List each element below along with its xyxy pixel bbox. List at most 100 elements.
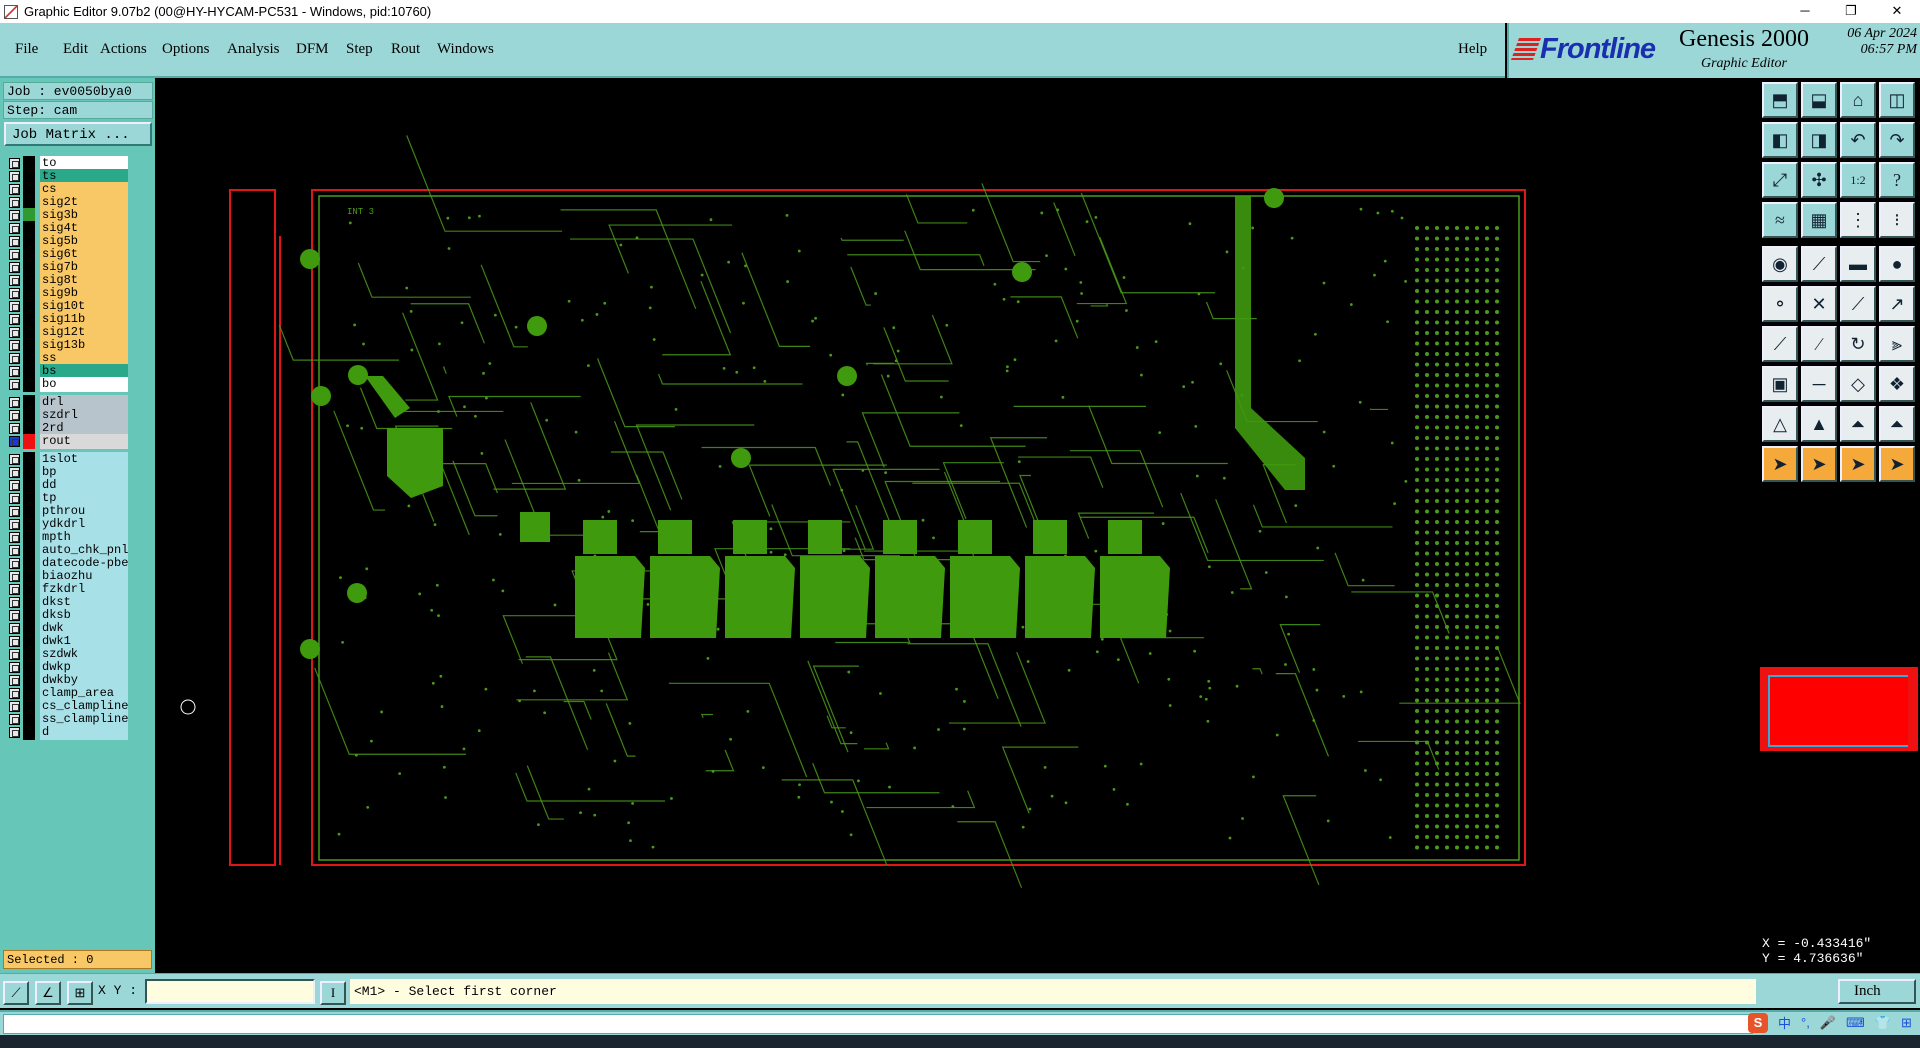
layer-checkbox[interactable] bbox=[9, 366, 20, 377]
open-step-icon[interactable]: ⬒ bbox=[1762, 82, 1798, 118]
layer-checkbox[interactable] bbox=[9, 184, 20, 195]
layer-checkbox[interactable] bbox=[9, 327, 20, 338]
menu-file[interactable]: File bbox=[15, 41, 38, 58]
pointer2-icon[interactable]: ➤ bbox=[1801, 446, 1837, 482]
layer-checkbox[interactable] bbox=[9, 197, 20, 208]
layer-checkbox[interactable] bbox=[9, 171, 20, 182]
home-icon[interactable]: ⌂ bbox=[1840, 82, 1876, 118]
triangle3-icon[interactable]: ⏶ bbox=[1840, 406, 1876, 442]
layer-checkbox[interactable] bbox=[9, 597, 20, 608]
layer-checkbox[interactable] bbox=[9, 675, 20, 686]
menu-options[interactable]: Options bbox=[162, 41, 210, 58]
layer-checkbox[interactable] bbox=[9, 210, 20, 221]
layer-checkbox[interactable] bbox=[9, 262, 20, 273]
grid-icon[interactable]: ▦ bbox=[1801, 202, 1837, 238]
layer-color-swatch[interactable] bbox=[23, 434, 35, 449]
layer-checkbox[interactable] bbox=[9, 249, 20, 260]
layer-color-swatch[interactable] bbox=[23, 377, 35, 392]
pointer-icon[interactable]: ➤ bbox=[1762, 446, 1798, 482]
layer-checkbox[interactable] bbox=[9, 532, 20, 543]
sogou-logo-icon[interactable]: S bbox=[1748, 1012, 1768, 1033]
layer-checkbox[interactable] bbox=[9, 662, 20, 673]
layer-checkbox[interactable] bbox=[9, 493, 20, 504]
layer-name[interactable]: bo bbox=[40, 377, 128, 392]
ime-punct-icon[interactable]: °, bbox=[1801, 1015, 1810, 1030]
grid-mode-icon[interactable]: ⊞ bbox=[67, 981, 93, 1005]
add-line-icon[interactable]: ⟋ bbox=[1762, 326, 1798, 362]
layer-name[interactable]: d bbox=[40, 725, 128, 740]
layer-checkbox[interactable] bbox=[9, 454, 20, 465]
save-icon[interactable]: ⬓ bbox=[1801, 82, 1837, 118]
ime-mic-icon[interactable]: 🎤 bbox=[1820, 1015, 1836, 1031]
polygon-icon[interactable]: ◇ bbox=[1840, 366, 1876, 402]
layer-checkbox[interactable] bbox=[9, 727, 20, 738]
pointer3-icon[interactable]: ➤ bbox=[1840, 446, 1876, 482]
input-mode-button[interactable]: I bbox=[320, 981, 346, 1005]
layer-checkbox[interactable] bbox=[9, 701, 20, 712]
ime-lang-icon[interactable]: 中 bbox=[1778, 1013, 1791, 1032]
layer-checkbox[interactable] bbox=[9, 236, 20, 247]
layer-checkbox[interactable] bbox=[9, 649, 20, 660]
layer-checkbox[interactable] bbox=[9, 558, 20, 569]
menu-step[interactable]: Step bbox=[346, 41, 373, 58]
layer-checkbox[interactable] bbox=[9, 714, 20, 725]
menu-dfm[interactable]: DFM bbox=[296, 41, 329, 58]
menu-help[interactable]: Help bbox=[1458, 41, 1487, 58]
layer-checkbox[interactable] bbox=[9, 688, 20, 699]
layer-row-d[interactable]: d bbox=[6, 725, 128, 740]
drill-icon[interactable]: ❖ bbox=[1879, 366, 1915, 402]
layer-checkbox[interactable] bbox=[9, 397, 20, 408]
layer-checkbox[interactable] bbox=[9, 506, 20, 517]
add-line2-icon[interactable]: ∕ bbox=[1801, 326, 1837, 362]
layer-checkbox[interactable] bbox=[9, 340, 20, 351]
measure-points-icon[interactable]: ⁝ bbox=[1879, 202, 1915, 238]
pan-right-icon[interactable]: ◨ bbox=[1801, 122, 1837, 158]
add-arc-icon[interactable]: ↻ bbox=[1840, 326, 1876, 362]
select-line-icon[interactable]: ⟋ bbox=[1801, 246, 1837, 282]
layer-checkbox[interactable] bbox=[9, 436, 20, 447]
layer-color-swatch[interactable] bbox=[23, 725, 35, 740]
select-pad-icon[interactable]: ◉ bbox=[1762, 246, 1798, 282]
layer-checkbox[interactable] bbox=[9, 423, 20, 434]
zoom-1to2-icon[interactable]: 1:2 bbox=[1840, 162, 1876, 198]
overview-window[interactable] bbox=[1758, 665, 1920, 753]
layer-checkbox[interactable] bbox=[9, 288, 20, 299]
layer-name[interactable]: rout bbox=[40, 434, 128, 449]
zoom-center-icon[interactable]: ✣ bbox=[1801, 162, 1837, 198]
zoom-fit-icon[interactable]: ⤢ bbox=[1762, 162, 1798, 198]
zoom-forward-icon[interactable]: ↷ bbox=[1879, 122, 1915, 158]
layer-checkbox[interactable] bbox=[9, 314, 20, 325]
pan-left-icon[interactable]: ◧ bbox=[1762, 122, 1798, 158]
pointer4-icon[interactable]: ➤ bbox=[1879, 446, 1915, 482]
layer-checkbox[interactable] bbox=[9, 545, 20, 556]
menu-analysis[interactable]: Analysis bbox=[227, 41, 280, 58]
restore-button[interactable]: ❐ bbox=[1828, 0, 1874, 23]
layer-checkbox[interactable] bbox=[9, 636, 20, 647]
layout-icon[interactable]: ◫ bbox=[1879, 82, 1915, 118]
layer-checkbox[interactable] bbox=[9, 584, 20, 595]
layer-checkbox[interactable] bbox=[9, 158, 20, 169]
layer-row-rout[interactable]: rout bbox=[6, 434, 128, 449]
close-button[interactable]: ✕ bbox=[1874, 0, 1920, 23]
ime-skin-icon[interactable]: 👕 bbox=[1875, 1015, 1891, 1031]
menu-edit[interactable]: Edit bbox=[63, 41, 88, 58]
layer-checkbox[interactable] bbox=[9, 519, 20, 530]
cross-select-icon[interactable]: ✕ bbox=[1801, 286, 1837, 322]
ime-keyboard-icon[interactable]: ⌨ bbox=[1846, 1015, 1865, 1031]
layer-checkbox[interactable] bbox=[9, 275, 20, 286]
minimize-button[interactable]: ─ bbox=[1782, 0, 1828, 23]
angle-mode-icon[interactable]: ∠ bbox=[35, 981, 61, 1005]
layer-checkbox[interactable] bbox=[9, 379, 20, 390]
ruler-icon[interactable]: ▬ bbox=[1840, 246, 1876, 282]
layer-checkbox[interactable] bbox=[9, 301, 20, 312]
triangle2-icon[interactable]: ▲ bbox=[1801, 406, 1837, 442]
units-selector[interactable]: Inch bbox=[1838, 979, 1916, 1004]
layer-checkbox[interactable] bbox=[9, 480, 20, 491]
zoom-back-icon[interactable]: ↶ bbox=[1840, 122, 1876, 158]
select-feature-icon[interactable]: ● bbox=[1879, 246, 1915, 282]
line-add-icon[interactable]: ─ bbox=[1801, 366, 1837, 402]
job-matrix-button[interactable]: Job Matrix ... bbox=[4, 122, 152, 146]
split-icon[interactable]: ⫸ bbox=[1879, 326, 1915, 362]
layer-checkbox[interactable] bbox=[9, 353, 20, 364]
triangle-icon[interactable]: △ bbox=[1762, 406, 1798, 442]
